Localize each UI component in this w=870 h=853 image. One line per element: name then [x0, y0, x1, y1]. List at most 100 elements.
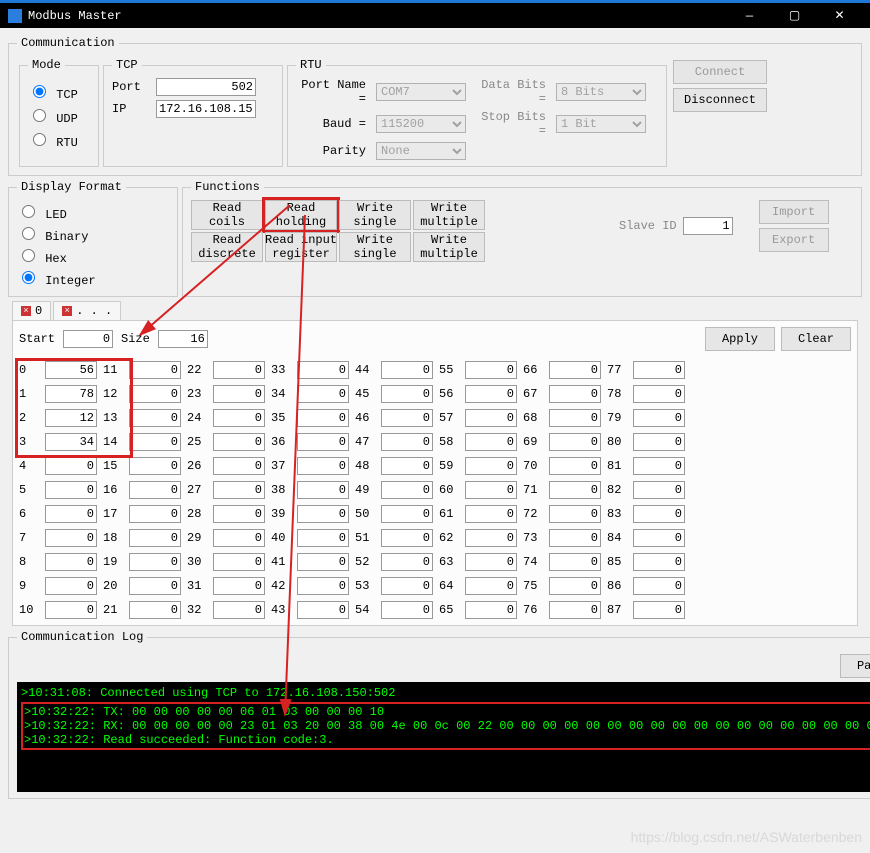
reg-input[interactable]	[633, 577, 685, 595]
reg-input[interactable]	[549, 553, 601, 571]
write-single-1-button[interactable]: Write single	[339, 200, 411, 230]
reg-input[interactable]	[213, 577, 265, 595]
reg-input[interactable]	[213, 481, 265, 499]
stopbits-select[interactable]: 1 Bit	[556, 115, 646, 133]
reg-input[interactable]	[45, 529, 97, 547]
close-button[interactable]: ✕	[817, 2, 862, 30]
reg-input[interactable]	[381, 529, 433, 547]
reg-input[interactable]	[45, 481, 97, 499]
read-coils-button[interactable]: Read coils	[191, 200, 263, 230]
reg-input[interactable]	[549, 457, 601, 475]
export-button[interactable]: Export	[759, 228, 829, 252]
ip-input[interactable]	[156, 100, 256, 118]
reg-input[interactable]	[465, 601, 517, 619]
reg-input[interactable]	[45, 409, 97, 427]
reg-input[interactable]	[381, 505, 433, 523]
reg-input[interactable]	[465, 433, 517, 451]
reg-input[interactable]	[381, 361, 433, 379]
reg-input[interactable]	[129, 553, 181, 571]
reg-input[interactable]	[45, 361, 97, 379]
reg-input[interactable]	[465, 409, 517, 427]
reg-input[interactable]	[381, 409, 433, 427]
reg-input[interactable]	[45, 433, 97, 451]
reg-input[interactable]	[297, 481, 349, 499]
connect-button[interactable]: Connect	[673, 60, 767, 84]
reg-input[interactable]	[213, 361, 265, 379]
reg-input[interactable]	[381, 457, 433, 475]
reg-input[interactable]	[549, 385, 601, 403]
reg-input[interactable]	[381, 601, 433, 619]
read-discrete-button[interactable]: Read discrete	[191, 232, 263, 262]
reg-input[interactable]	[549, 433, 601, 451]
reg-input[interactable]	[213, 385, 265, 403]
reg-input[interactable]	[297, 505, 349, 523]
reg-input[interactable]	[381, 433, 433, 451]
reg-input[interactable]	[381, 385, 433, 403]
reg-input[interactable]	[129, 385, 181, 403]
df-integer-radio[interactable]: Integer	[17, 268, 169, 288]
reg-input[interactable]	[549, 409, 601, 427]
reg-input[interactable]	[465, 505, 517, 523]
reg-input[interactable]	[549, 481, 601, 499]
close-tab-icon[interactable]: ×	[62, 306, 72, 316]
minimize-button[interactable]: —	[727, 2, 772, 30]
reg-input[interactable]	[45, 385, 97, 403]
reg-input[interactable]	[633, 601, 685, 619]
reg-input[interactable]	[549, 529, 601, 547]
reg-input[interactable]	[633, 529, 685, 547]
reg-input[interactable]	[549, 577, 601, 595]
pause-button[interactable]: Pause	[840, 654, 870, 678]
df-led-radio[interactable]: LED	[17, 202, 169, 222]
reg-input[interactable]	[129, 481, 181, 499]
start-input[interactable]	[63, 330, 113, 348]
reg-input[interactable]	[549, 505, 601, 523]
port-input[interactable]	[156, 78, 256, 96]
reg-input[interactable]	[297, 601, 349, 619]
reg-input[interactable]	[213, 433, 265, 451]
reg-input[interactable]	[129, 577, 181, 595]
reg-input[interactable]	[129, 601, 181, 619]
reg-input[interactable]	[213, 601, 265, 619]
maximize-button[interactable]: ▢	[772, 2, 817, 30]
reg-input[interactable]	[213, 529, 265, 547]
apply-button[interactable]: Apply	[705, 327, 775, 351]
reg-input[interactable]	[129, 433, 181, 451]
reg-input[interactable]	[297, 529, 349, 547]
reg-input[interactable]	[213, 457, 265, 475]
df-hex-radio[interactable]: Hex	[17, 246, 169, 266]
reg-input[interactable]	[381, 553, 433, 571]
reg-input[interactable]	[45, 505, 97, 523]
mode-tcp-radio[interactable]: TCP	[28, 82, 90, 102]
reg-input[interactable]	[45, 601, 97, 619]
reg-input[interactable]	[297, 361, 349, 379]
reg-input[interactable]	[213, 505, 265, 523]
reg-input[interactable]	[549, 361, 601, 379]
tab-0[interactable]: ×0	[12, 301, 51, 320]
reg-input[interactable]	[633, 481, 685, 499]
reg-input[interactable]	[633, 457, 685, 475]
reg-input[interactable]	[297, 577, 349, 595]
reg-input[interactable]	[381, 481, 433, 499]
portname-select[interactable]: COM7	[376, 83, 466, 101]
databits-select[interactable]: 8 Bits	[556, 83, 646, 101]
reg-input[interactable]	[549, 601, 601, 619]
reg-input[interactable]	[129, 409, 181, 427]
reg-input[interactable]	[633, 505, 685, 523]
reg-input[interactable]	[297, 433, 349, 451]
mode-rtu-radio[interactable]: RTU	[28, 130, 90, 150]
reg-input[interactable]	[129, 361, 181, 379]
read-holding-button[interactable]: Read holding	[265, 200, 337, 230]
baud-select[interactable]: 115200	[376, 115, 466, 133]
parity-select[interactable]: None	[376, 142, 466, 160]
reg-input[interactable]	[45, 577, 97, 595]
reg-input[interactable]	[297, 385, 349, 403]
slave-id-input[interactable]	[683, 217, 733, 235]
reg-input[interactable]	[633, 385, 685, 403]
import-button[interactable]: Import	[759, 200, 829, 224]
reg-input[interactable]	[213, 553, 265, 571]
reg-input[interactable]	[213, 409, 265, 427]
reg-input[interactable]	[45, 553, 97, 571]
close-tab-icon[interactable]: ×	[21, 306, 31, 316]
size-input[interactable]	[158, 330, 208, 348]
disconnect-button[interactable]: Disconnect	[673, 88, 767, 112]
